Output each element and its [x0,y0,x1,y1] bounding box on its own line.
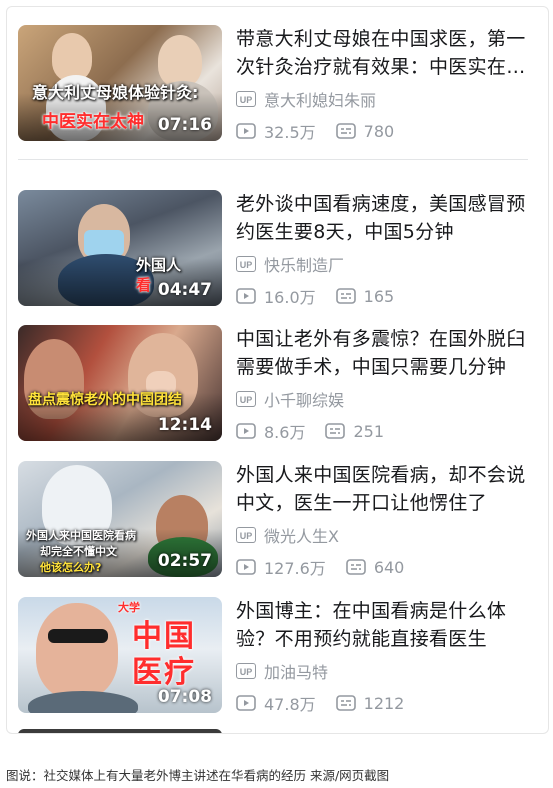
image-caption: 图说：社交媒体上有大量老外博主讲述在华看病的经历 来源/网页截图 [6,768,390,783]
video-thumbnail[interactable]: 外国人来中国医院看病 却完全不懂中文 他该怎么办? 02:57 [18,461,222,577]
author-name[interactable]: 微光人生X [264,523,339,547]
stats-row: 8.6万 251 [236,419,532,443]
play-count: 16.0万 [236,284,316,308]
video-title[interactable]: 带意大利丈母娘在中国求医，第一次针灸治疗就有效果：中医实在太神奇了 [236,25,532,81]
play-count-icon [236,695,256,711]
play-count-value: 32.5万 [264,123,316,142]
author-name[interactable]: 快乐制造厂 [264,252,344,276]
play-count: 47.8万 [236,691,316,715]
video-item[interactable]: 盘点震惊老外的中国团结 12:14 中国让老外有多震惊？在国外脱臼需要做手术，中… [7,325,548,451]
author-row[interactable]: UP 小千聊综娱 [236,387,532,411]
danmaku-icon [335,288,356,304]
danmaku-icon [325,423,346,439]
stats-row: 127.6万 640 [236,555,532,579]
thumb-caption: 外国人 [136,256,182,274]
thumb-caption: 医疗 [132,655,196,690]
author-row[interactable]: UP 快乐制造厂 [236,252,532,276]
danmaku-count: 165 [335,286,395,306]
play-count-value: 47.8万 [264,695,316,714]
danmaku-count: 780 [335,121,395,141]
video-item[interactable]: 大学 中国 医疗 07:08 外国博主：在中国看病是什么体验？不用预约就能直接看… [7,597,548,723]
danmaku-icon [346,559,366,575]
video-duration: 02:57 [157,551,212,571]
play-count: 8.6万 [236,419,305,443]
up-badge-icon: UP [236,527,256,543]
up-badge-icon: UP [236,91,256,107]
video-thumbnail[interactable]: 盘点震惊老外的中国团结 12:14 [18,325,222,441]
danmaku-count-value: 165 [363,286,395,306]
author-name[interactable]: 意大利媳妇朱丽 [264,87,376,111]
video-title[interactable]: 老外谈中国看病速度，美国感冒预约医生要8天，中国5分钟 [236,190,532,246]
video-duration: 07:08 [157,687,212,707]
video-list-panel: 意大利丈母娘体验针灸: 中医实在太神 07:16 带意大利丈母娘在中国求医，第一… [6,6,549,734]
thumb-caption: 中医实在太神 [42,112,144,132]
thumb-caption: 却完全不懂中文 [40,545,117,558]
video-info: 带意大利丈母娘在中国求医，第一次针灸治疗就有效果：中医实在太神奇了 UP 意大利… [236,25,532,143]
author-row[interactable]: UP 加油马特 [236,659,532,683]
video-duration: 04:47 [157,280,212,300]
danmaku-icon [335,123,356,139]
play-count: 32.5万 [236,119,316,143]
danmaku-count-value: 640 [373,557,405,577]
video-thumbnail[interactable]: 意大利丈母娘体验针灸: 中医实在太神 07:16 [18,25,222,141]
play-count-icon [236,123,256,139]
next-video-thumbnail-peek[interactable] [18,729,222,733]
play-count-icon [236,559,256,575]
video-duration: 07:16 [157,115,212,135]
video-item[interactable]: 外国人 看 04:47 老外谈中国看病速度，美国感冒预约医生要8天，中国5分钟 … [7,190,548,316]
up-badge-icon: UP [236,256,256,272]
thumb-caption: 盘点震惊老外的中国团结 [28,392,182,408]
video-info: 外国博主：在中国看病是什么体验？不用预约就能直接看医生 UP 加油马特 47.8… [236,597,532,715]
video-info: 老外谈中国看病速度，美国感冒预约医生要8天，中国5分钟 UP 快乐制造厂 16.… [236,190,532,308]
play-count-value: 16.0万 [264,288,316,307]
play-count: 127.6万 [236,555,326,579]
danmaku-count: 1212 [335,693,405,713]
up-badge-icon: UP [236,391,256,407]
video-thumbnail[interactable]: 外国人 看 04:47 [18,190,222,306]
video-item[interactable]: 外国人来中国医院看病 却完全不懂中文 他该怎么办? 02:57 外国人来中国医院… [7,461,548,587]
author-row[interactable]: UP 意大利媳妇朱丽 [236,87,532,111]
danmaku-count-value: 251 [353,421,384,441]
danmaku-icon [335,695,356,711]
stats-row: 32.5万 780 [236,119,532,143]
video-title[interactable]: 外国人来中国医院看病，却不会说中文，医生一开口让他愣住了 [236,461,532,517]
author-name[interactable]: 小千聊综娱 [264,387,344,411]
danmaku-count: 251 [325,422,384,441]
stats-row: 47.8万 1212 [236,691,532,715]
play-count-icon [236,423,256,439]
video-thumbnail[interactable]: 大学 中国 医疗 07:08 [18,597,222,713]
play-count-value: 8.6万 [264,423,306,442]
thumb-caption: 他该怎么办? [40,561,102,574]
danmaku-count-value: 1212 [363,693,405,713]
up-badge-icon: UP [236,663,256,679]
video-title[interactable]: 中国让老外有多震惊？在国外脱臼需要做手术，中国只需要几分钟 [236,325,532,381]
play-count-value: 127.6万 [264,559,326,578]
divider [18,159,528,160]
author-row[interactable]: UP 微光人生X [236,523,532,547]
video-title[interactable]: 外国博主：在中国看病是什么体验？不用预约就能直接看医生 [236,597,532,653]
author-name[interactable]: 加油马特 [264,659,328,683]
video-item[interactable]: 意大利丈母娘体验针灸: 中医实在太神 07:16 带意大利丈母娘在中国求医，第一… [7,25,548,151]
thumb-caption: 意大利丈母娘体验针灸: [32,83,199,102]
thumb-caption: 外国人来中国医院看病 [26,529,136,542]
stats-row: 16.0万 165 [236,284,532,308]
video-info: 中国让老外有多震惊？在国外脱臼需要做手术，中国只需要几分钟 UP 小千聊综娱 8… [236,325,532,443]
play-count-icon [236,288,256,304]
video-info: 外国人来中国医院看病，却不会说中文，医生一开口让他愣住了 UP 微光人生X 12… [236,461,532,579]
danmaku-count: 640 [346,557,405,577]
danmaku-count-value: 780 [363,121,395,141]
video-duration: 12:14 [157,415,212,435]
thumb-caption: 看 [136,276,152,294]
